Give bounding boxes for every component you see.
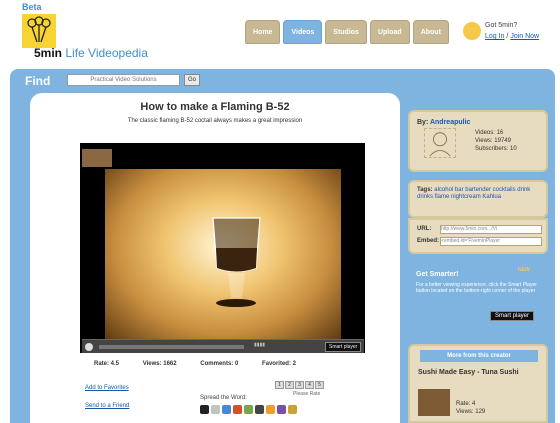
more-views: Views: 129 [456,409,486,415]
embed-label: Embed: [417,238,440,244]
video-subtitle: The classic flaming B-52 coctail always … [127,118,303,124]
please-rate: Please Rate [293,391,321,397]
facebook-icon[interactable] [244,405,253,414]
creator-thumbnail[interactable] [82,149,112,167]
reddit-icon[interactable] [266,405,275,414]
author-videos: Videos: 16 [475,130,504,136]
brand-tagline: Life Videopedia [65,46,148,60]
delicious-icon[interactable] [222,405,231,414]
author-card: By: Andreapulic Videos: 16 Views: 19749 … [408,110,548,172]
stat-rate: Rate: 4.5 [94,361,120,367]
logo-mark[interactable] [22,14,56,48]
more-heading: More from this creator [420,350,538,362]
tags-list: Tags: alcohol bar bartender cocktails dr… [417,187,547,201]
join-link[interactable]: Join Now [510,33,539,40]
rate-2[interactable]: 2 [285,381,294,389]
nav-upload[interactable]: Upload [369,20,410,44]
nav-studios[interactable]: Studios [325,20,367,44]
by-label: By: [417,119,429,126]
rate-1[interactable]: 1 [275,381,284,389]
favorites-link[interactable]: Add to Favorites [85,385,129,391]
go-button[interactable]: Go [184,74,200,86]
more-video-thumbnail[interactable] [418,389,450,416]
embed-field[interactable]: <embed id='FiveminPlayer [440,237,542,246]
author-byline: By: Andreapulic [417,119,470,126]
promo-text: For a better viewing experience, click t… [416,282,537,294]
brand-name: 5min [34,46,63,60]
stat-favorited: Favorited: 2 [261,361,296,367]
spread-label: Spread the Word: [200,395,247,401]
logo-text[interactable]: 5min Life Videopedia [34,46,148,60]
stat-views: Views: 1662 [142,361,177,367]
video-frame[interactable] [105,169,341,341]
page: Beta 5min Life Videopedia Home Videos St… [0,0,560,423]
play-button-icon[interactable] [85,343,93,351]
player-controls: ▮▮▮▮ Smart player [82,339,364,353]
tags-links[interactable]: alcohol bar bartender cocktails drink dr… [417,187,530,200]
find-label: Find [25,74,51,88]
find-bar: Find Practical Video Solutions Go [10,69,555,93]
tags-label: Tags: [417,187,433,193]
new-badge: NEW [518,267,530,273]
embed-card: URL: http://www.5min.com.../Vi Embed: <e… [408,218,548,254]
login-link[interactable]: Log In [485,33,504,40]
more-from-creator: More from this creator Sushi Made Easy -… [408,344,548,423]
avatar-icon [463,22,481,40]
video-title: How to make a Flaming B-52 [140,101,290,113]
nav-videos[interactable]: Videos [283,20,323,44]
url-label: URL: [417,226,432,232]
more-rate: Rate: 4 [456,401,476,407]
smart-promo: NEW Get Smarter! For a better viewing ex… [408,261,548,325]
stumble-icon[interactable] [233,405,242,414]
main-nav: Home Videos Studios Upload About [245,20,452,44]
tags-card: Tags: alcohol bar bartender cocktails dr… [408,180,548,218]
video-stats: Rate: 4.5 Views: 1662 Comments: 0 Favori… [94,361,296,367]
video-content: How to make a Flaming B-52 The classic f… [30,93,400,423]
author-views: Views: 19749 [475,138,511,144]
more-video-title[interactable]: Sushi Made Easy - Tuna Sushi [418,368,538,377]
author-subscribers: Subscribers: 10 [475,146,517,152]
send-friend-link[interactable]: Send to a Friend [85,403,129,409]
rate-4[interactable]: 4 [305,381,314,389]
share-icons [200,405,299,414]
stat-comments: Comments: 0 [200,361,239,367]
rate-5[interactable]: 5 [315,381,324,389]
beta-label: Beta [22,2,42,12]
rate-buttons: 1 2 3 4 5 [275,381,325,389]
account-question: Got 5min? [485,22,518,29]
video-player[interactable] [80,143,365,353]
technorati-icon[interactable] [277,405,286,414]
promo-heading: Get Smarter! [416,271,459,278]
shot-glass-image [212,217,261,307]
more-video-stats: Rate: 4 Views: 129 [456,400,485,416]
account-links: Log In / Join Now [485,33,540,40]
myspace-icon[interactable] [255,405,264,414]
smart-player-button[interactable]: Smart player [325,342,362,352]
promo-smart-player-button[interactable]: Smart player [490,311,535,321]
rate-3[interactable]: 3 [295,381,304,389]
search-input[interactable]: Practical Video Solutions [67,74,180,86]
author-link[interactable]: Andreapulic [430,119,470,126]
author-stats: Videos: 16 Views: 19749 Subscribers: 10 [475,129,517,153]
nav-about[interactable]: About [412,20,449,44]
blinklist-icon[interactable] [288,405,297,414]
url-field[interactable]: http://www.5min.com.../Vi [440,225,542,234]
author-avatar-icon [424,128,456,158]
volume-icon[interactable]: ▮▮▮▮ [254,342,265,348]
nav-home[interactable]: Home [245,20,281,44]
digg-icon[interactable] [211,405,220,414]
share-icon[interactable] [200,405,209,414]
progress-bar[interactable] [99,345,244,349]
